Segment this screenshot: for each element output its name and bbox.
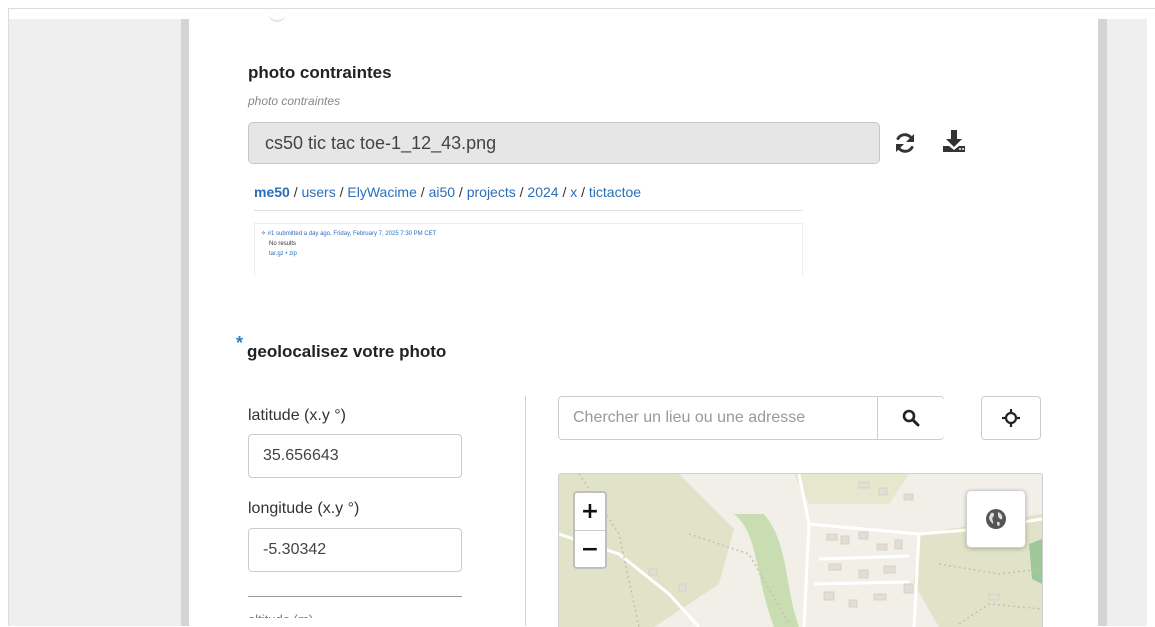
breadcrumb-separator: / bbox=[577, 184, 589, 200]
breadcrumb-link[interactable]: users bbox=[301, 184, 335, 200]
breadcrumb-separator: / bbox=[335, 184, 348, 200]
latitude-field[interactable]: 35.656643 bbox=[248, 434, 462, 478]
preview-bullet-icon: ✧ bbox=[261, 231, 267, 237]
breadcrumb-link[interactable]: ai50 bbox=[429, 184, 455, 200]
breadcrumb-separator: / bbox=[515, 184, 528, 200]
breadcrumb-separator: / bbox=[289, 184, 302, 200]
map-view[interactable]: + − bbox=[558, 473, 1043, 627]
left-gutter bbox=[9, 19, 181, 626]
right-gutter bbox=[1107, 19, 1147, 626]
map-search-button[interactable] bbox=[877, 397, 944, 439]
locate-me-button[interactable] bbox=[981, 396, 1041, 440]
globe-icon bbox=[986, 509, 1006, 529]
crosshair-icon bbox=[1002, 409, 1020, 427]
preview-submission-text: #1 submitted a day ago, Friday, February… bbox=[267, 231, 437, 237]
left-gutter-edge bbox=[181, 19, 189, 626]
photo-filename-field[interactable]: cs50 tic tac toe-1_12_43.png bbox=[248, 122, 880, 164]
longitude-label: longitude (x.y °) bbox=[248, 500, 360, 517]
download-icon[interactable] bbox=[941, 128, 967, 154]
search-icon bbox=[902, 409, 920, 427]
map-zoom-control: + − bbox=[573, 491, 607, 569]
breadcrumb-link[interactable]: ElyWacime bbox=[347, 184, 417, 200]
photo-section-subtitle: photo contraintes bbox=[248, 94, 341, 108]
zoom-in-button[interactable]: + bbox=[575, 493, 605, 530]
map-search-group: Chercher un lieu ou une adresse bbox=[558, 396, 944, 440]
geo-section-title: geolocalisez votre photo bbox=[247, 342, 447, 361]
breadcrumb-repo-link[interactable]: me50 bbox=[254, 184, 290, 200]
breadcrumb-link[interactable]: projects bbox=[467, 184, 516, 200]
refresh-icon[interactable] bbox=[893, 131, 917, 155]
preview-submission-box: ✧ #1 submitted a day ago, Friday, Februa… bbox=[254, 223, 803, 276]
required-marker: * bbox=[236, 333, 244, 353]
column-divider bbox=[525, 396, 526, 626]
breadcrumb-separator: / bbox=[416, 184, 429, 200]
breadcrumb-separator: / bbox=[455, 184, 467, 200]
zoom-out-button[interactable]: − bbox=[575, 531, 605, 568]
map-search-input[interactable]: Chercher un lieu ou une adresse bbox=[559, 397, 877, 439]
photo-preview: ✧ #1 submitted a day ago, Friday, Februa… bbox=[254, 210, 803, 279]
field-divider bbox=[248, 596, 462, 597]
breadcrumb-link[interactable]: tictactoe bbox=[589, 184, 641, 200]
breadcrumb: me50 / users / ElyWacime / ai50 / projec… bbox=[254, 184, 641, 200]
preview-download-links: tar.gz • zip bbox=[269, 251, 297, 257]
breadcrumb-separator: / bbox=[558, 184, 571, 200]
map-layers-button[interactable] bbox=[966, 490, 1026, 548]
longitude-field[interactable]: -5.30342 bbox=[248, 528, 462, 572]
preview-result-text: No results bbox=[269, 241, 297, 247]
photo-section-title: photo contraintes bbox=[248, 63, 392, 82]
right-gutter-edge bbox=[1098, 19, 1107, 626]
latitude-label: latitude (x.y °) bbox=[248, 407, 346, 424]
breadcrumb-link[interactable]: 2024 bbox=[527, 184, 558, 200]
